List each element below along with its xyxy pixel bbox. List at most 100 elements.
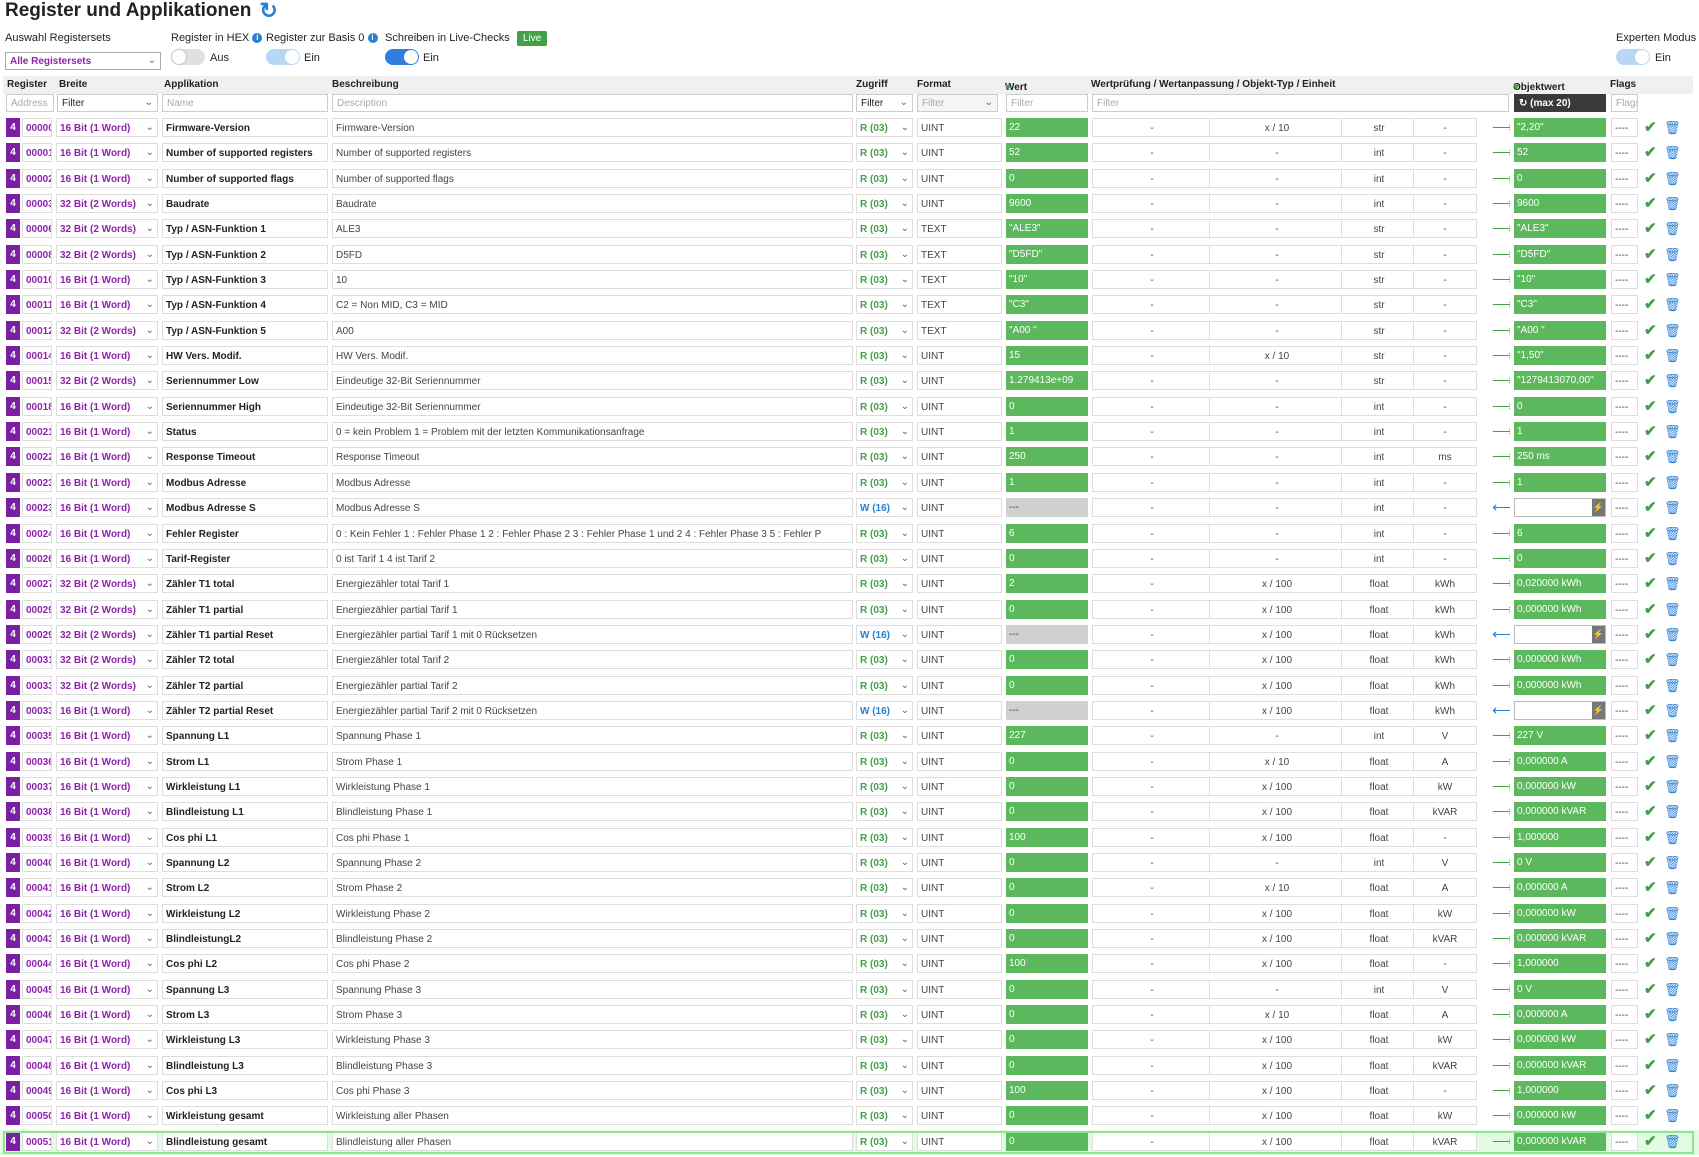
width-select[interactable]: 32 Bit (2 Words) ⌄ — [56, 675, 158, 695]
unit-field[interactable]: kW — [1413, 776, 1477, 796]
address-field[interactable]: 00000 — [22, 118, 52, 137]
trash-icon[interactable]: 🗑 — [1664, 726, 1680, 745]
format-field[interactable]: UINT — [917, 168, 1002, 188]
flags-field[interactable]: ---- — [1611, 143, 1638, 163]
width-select[interactable]: 16 Bit (1 Word) ⌄ — [56, 346, 158, 366]
object-type-field[interactable]: int — [1341, 548, 1417, 568]
check-icon[interactable]: ✔ — [1644, 600, 1660, 619]
flags-field[interactable]: ---- — [1611, 1055, 1638, 1075]
unit-field[interactable]: kVAR — [1413, 802, 1477, 822]
access-select[interactable]: R (03) ⌄ — [856, 954, 913, 974]
check-icon[interactable]: ✔ — [1644, 143, 1660, 162]
address-field[interactable]: 00002 — [22, 168, 52, 188]
format-field[interactable]: UINT — [917, 1131, 1002, 1151]
unit-field[interactable]: kWh — [1413, 624, 1477, 644]
value-check-field[interactable]: - — [1092, 878, 1212, 898]
format-field[interactable]: UINT — [917, 1106, 1002, 1126]
address-field[interactable]: 00011 — [22, 295, 52, 315]
col-format[interactable]: Format — [917, 79, 951, 90]
object-type-field[interactable]: int — [1341, 447, 1417, 467]
address-field[interactable]: 00012 — [22, 320, 52, 340]
unit-field[interactable]: kW — [1413, 1106, 1477, 1126]
value-adjust-field[interactable]: x / 100 — [1209, 675, 1345, 695]
description-field[interactable]: Blindleistung Phase 1 — [332, 802, 853, 822]
value-check-field[interactable]: - — [1092, 523, 1212, 543]
access-select[interactable]: R (03) ⌄ — [856, 827, 913, 847]
value-check-field[interactable]: - — [1092, 1106, 1212, 1126]
trash-icon[interactable]: 🗑 — [1664, 701, 1680, 720]
format-field[interactable]: UINT — [917, 523, 1002, 543]
flags-field[interactable]: ---- — [1611, 346, 1638, 366]
value-check-field[interactable]: - — [1092, 675, 1212, 695]
trash-icon[interactable]: 🗑 — [1664, 904, 1680, 923]
check-icon[interactable]: ✔ — [1644, 169, 1660, 188]
description-field[interactable]: Number of supported registers — [332, 143, 853, 163]
access-select[interactable]: R (03) ⌄ — [856, 472, 913, 492]
width-select[interactable]: 32 Bit (2 Words) ⌄ — [56, 194, 158, 214]
object-type-field[interactable]: int — [1341, 979, 1417, 999]
address-field[interactable]: 00046 — [22, 1005, 52, 1025]
value-adjust-field[interactable]: x / 10 — [1209, 751, 1345, 771]
format-field[interactable]: UINT — [917, 903, 1002, 923]
access-select[interactable]: R (03) ⌄ — [856, 802, 913, 822]
address-field[interactable]: 00036 — [22, 751, 52, 771]
value-adjust-field[interactable]: - — [1209, 852, 1345, 872]
address-field[interactable]: 00038 — [22, 802, 52, 822]
object-type-field[interactable]: float — [1341, 574, 1417, 594]
width-select[interactable]: 32 Bit (2 Words) ⌄ — [56, 599, 158, 619]
value-check-field[interactable]: - — [1092, 422, 1212, 442]
unit-field[interactable]: A — [1413, 751, 1477, 771]
trash-icon[interactable]: 🗑 — [1664, 1132, 1680, 1151]
format-field[interactable]: UINT — [917, 346, 1002, 366]
trash-icon[interactable]: 🗑 — [1664, 752, 1680, 771]
value-adjust-field[interactable]: - — [1209, 219, 1345, 239]
format-field[interactable]: UINT — [917, 548, 1002, 568]
check-icon[interactable]: ✔ — [1644, 777, 1660, 796]
filter-address[interactable]: Address — [6, 94, 54, 112]
value-check-field[interactable]: - — [1092, 396, 1212, 416]
width-select[interactable]: 16 Bit (1 Word) ⌄ — [56, 472, 158, 492]
format-field[interactable]: TEXT — [917, 320, 1002, 340]
trash-icon[interactable]: 🗑 — [1664, 676, 1680, 695]
object-type-field[interactable]: float — [1341, 929, 1417, 948]
description-field[interactable]: Strom Phase 2 — [332, 878, 853, 898]
value-check-field[interactable]: - — [1092, 700, 1212, 720]
access-select[interactable]: R (03) ⌄ — [856, 929, 913, 948]
trash-icon[interactable]: 🗑 — [1664, 549, 1680, 568]
flags-field[interactable]: ---- — [1611, 700, 1638, 720]
unit-field[interactable]: ms — [1413, 447, 1477, 467]
format-field[interactable]: UINT — [917, 954, 1002, 974]
unit-field[interactable]: kVAR — [1413, 929, 1477, 948]
format-field[interactable]: UINT — [917, 371, 1002, 391]
access-select[interactable]: R (03) ⌄ — [856, 548, 913, 568]
address-field[interactable]: 00048 — [22, 1055, 52, 1075]
value-adjust-field[interactable]: - — [1209, 143, 1345, 163]
flags-field[interactable]: ---- — [1611, 599, 1638, 619]
access-select[interactable]: R (03) ⌄ — [856, 599, 913, 619]
col-register[interactable]: Register — [7, 79, 47, 90]
access-select[interactable]: R (03) ⌄ — [856, 219, 913, 239]
check-icon[interactable]: ✔ — [1644, 524, 1660, 543]
trash-icon[interactable]: 🗑 — [1664, 878, 1680, 897]
check-icon[interactable]: ✔ — [1644, 650, 1660, 669]
value-adjust-field[interactable]: - — [1209, 447, 1345, 467]
check-icon[interactable]: ✔ — [1644, 1005, 1660, 1024]
object-type-field[interactable]: int — [1341, 472, 1417, 492]
value-adjust-field[interactable]: - — [1209, 979, 1345, 999]
flags-field[interactable]: ---- — [1611, 295, 1638, 315]
width-select[interactable]: 16 Bit (1 Word) ⌄ — [56, 1131, 158, 1151]
application-field[interactable]: Seriennummer Low — [162, 371, 328, 391]
address-field[interactable]: 00023 — [22, 498, 52, 518]
check-icon[interactable]: ✔ — [1644, 270, 1660, 289]
access-select[interactable]: R (03) ⌄ — [856, 523, 913, 543]
filter-format[interactable]: Filter ⌄ — [917, 94, 998, 112]
unit-field[interactable]: - — [1413, 244, 1477, 264]
format-field[interactable]: UINT — [917, 624, 1002, 644]
format-field[interactable]: UINT — [917, 194, 1002, 214]
trash-icon[interactable]: 🗑 — [1664, 574, 1680, 593]
value-adjust-field[interactable]: - — [1209, 244, 1345, 264]
value-check-field[interactable]: - — [1092, 903, 1212, 923]
description-field[interactable]: Energiezähler total Tarif 2 — [332, 650, 853, 670]
format-field[interactable]: UINT — [917, 675, 1002, 695]
access-select[interactable]: R (03) ⌄ — [856, 346, 913, 366]
